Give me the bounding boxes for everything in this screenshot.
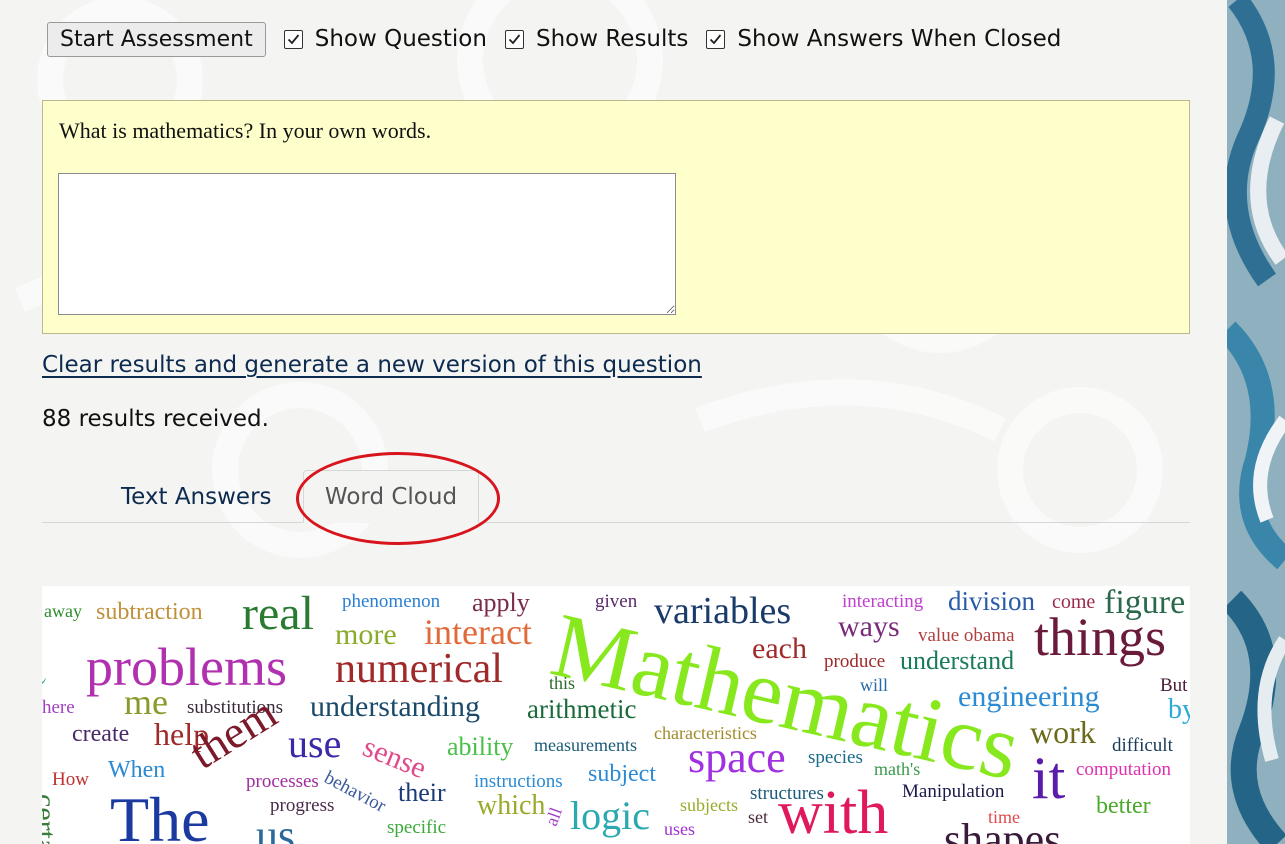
assessment-toolbar: Start Assessment Show Question Show Resu…: [47, 21, 1061, 57]
word-cloud-word: species: [808, 747, 863, 768]
show-results-label: Show Results: [535, 26, 689, 52]
word-cloud-word: this: [549, 673, 576, 693]
word-cloud-word: away: [44, 601, 82, 621]
show-results-checkbox[interactable]: [504, 29, 524, 49]
tab-word-cloud[interactable]: Word Cloud: [303, 470, 479, 523]
word-cloud-word: etc): [42, 651, 52, 689]
word-cloud-word: things: [1034, 607, 1167, 667]
word-cloud-word: specific: [387, 817, 447, 838]
word-cloud-word: Manipulation: [902, 781, 1005, 802]
checkmark-icon: [710, 33, 722, 44]
word-cloud-word: which: [477, 790, 546, 821]
word-cloud: away subtraction real phenomenon apply given v…: [42, 586, 1190, 844]
word-cloud-word: arithmetic: [527, 694, 637, 724]
word-cloud-word: shapes: [944, 815, 1062, 844]
word-cloud-word: here: [42, 697, 75, 718]
word-cloud-word: problems: [86, 637, 287, 697]
tab-text-answers[interactable]: Text Answers: [121, 470, 272, 523]
word-cloud-word: will: [860, 675, 889, 695]
word-cloud-word: instructions: [474, 771, 563, 792]
show-answers-option[interactable]: Show Answers When Closed: [706, 26, 1061, 52]
word-cloud-word: use: [288, 721, 342, 766]
word-cloud-word: us: [256, 811, 296, 844]
word-cloud-word: phenomenon: [342, 591, 441, 612]
word-cloud-word: understand: [900, 646, 1015, 675]
show-results-option[interactable]: Show Results: [504, 26, 689, 52]
word-cloud-word: real: [242, 587, 314, 640]
word-cloud-word: understanding: [310, 690, 480, 723]
show-question-label: Show Question: [314, 26, 487, 52]
word-cloud-word: measurements: [534, 735, 637, 755]
word-cloud-word: sense: [358, 730, 432, 786]
word-cloud-word: set: [748, 807, 768, 827]
word-cloud-word: difficult: [1112, 735, 1173, 756]
results-tabs: Text Answers Word Cloud: [42, 470, 1190, 523]
question-panel: What is mathematics? In your own words.: [42, 100, 1190, 334]
word-cloud-word: logic: [570, 793, 650, 838]
word-cloud-word: produce: [824, 651, 886, 672]
word-cloud-word: all: [541, 804, 567, 829]
checkmark-icon: [287, 33, 299, 44]
word-cloud-word: When: [108, 757, 166, 783]
word-cloud-word: But: [1160, 675, 1188, 696]
results-count: 88 results received.: [42, 406, 269, 432]
show-answers-label: Show Answers When Closed: [737, 26, 1062, 52]
decorative-side-image: [1227, 0, 1285, 844]
start-assessment-button[interactable]: Start Assessment: [47, 21, 266, 57]
word-cloud-word: by: [1168, 694, 1190, 725]
clear-results-link[interactable]: Clear results and generate a new version…: [42, 352, 702, 378]
word-cloud-word: each: [752, 632, 807, 665]
word-cloud-word: their: [398, 778, 446, 807]
word-cloud-word: engineering: [958, 680, 1100, 713]
show-answers-checkbox[interactable]: [706, 29, 726, 49]
word-cloud-word: ability: [447, 732, 514, 761]
word-cloud-word: computation: [1076, 759, 1171, 780]
word-cloud-word: with: [778, 779, 889, 844]
word-cloud-word: math's: [874, 759, 921, 779]
word-cloud-word: processes: [246, 771, 319, 792]
word-cloud-word: interact: [424, 612, 532, 652]
word-cloud-word: create: [72, 721, 130, 747]
word-cloud-word: numerical: [335, 646, 503, 692]
word-cloud-word: me: [124, 682, 168, 722]
word-cloud-word: subjects: [680, 795, 738, 815]
word-cloud-word: certain: [42, 794, 62, 844]
checkmark-icon: [508, 33, 521, 44]
answer-textarea[interactable]: [58, 173, 676, 315]
question-text: What is mathematics? In your own words.: [59, 118, 432, 143]
word-cloud-word: subtraction: [96, 599, 203, 625]
word-cloud-word: subject: [588, 761, 656, 787]
word-cloud-word: The: [110, 784, 210, 844]
word-cloud-word: How: [52, 769, 89, 790]
word-cloud-word: space: [688, 733, 786, 782]
word-cloud-word: uses: [664, 819, 695, 839]
word-cloud-word: ways: [838, 610, 900, 643]
word-cloud-word: value obama: [918, 625, 1015, 646]
show-question-checkbox[interactable]: [283, 29, 303, 49]
show-question-option[interactable]: Show Question: [283, 26, 487, 52]
word-cloud-word: better: [1096, 793, 1151, 819]
word-cloud-word: it: [1032, 745, 1066, 811]
word-cloud-word: division: [948, 586, 1036, 616]
word-cloud-word: work: [1030, 714, 1096, 750]
word-cloud-word: interacting: [842, 591, 924, 612]
